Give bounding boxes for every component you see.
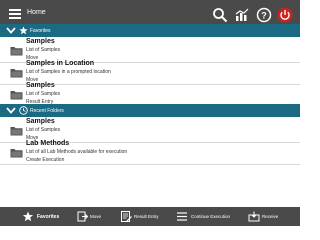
recent-folders-header[interactable]: Recent Folders	[0, 104, 300, 117]
item-description: List of Samples in a prompted location	[26, 69, 111, 75]
item-title: Samples	[26, 82, 55, 89]
nav-receive[interactable]: Receive	[248, 207, 282, 226]
star-icon	[22, 211, 34, 222]
item-description: List of Samples	[26, 47, 61, 53]
nav-continue-execution[interactable]: Continue Execution	[176, 207, 242, 226]
clock-icon	[19, 106, 28, 115]
folder-icon	[10, 147, 23, 158]
nav-result-entry[interactable]: Result Entry	[120, 207, 162, 226]
nav-favorites[interactable]: Favorites	[22, 207, 72, 226]
recent-folders-label: Recent Folders	[30, 108, 64, 114]
item-title: Samples	[26, 118, 55, 125]
help-icon[interactable]: ?	[256, 7, 272, 23]
favorites-header[interactable]: Favorites	[0, 24, 300, 37]
item-title: Samples in Location	[26, 60, 95, 67]
nav-label: Receive	[262, 214, 279, 219]
nav-move[interactable]: Move	[76, 207, 108, 226]
search-icon[interactable]	[212, 7, 228, 23]
bottom-nav: Favorites Move Result Entry Continue Exe…	[0, 207, 300, 226]
folder-icon	[10, 67, 23, 78]
power-icon[interactable]	[277, 7, 293, 23]
list-icon	[176, 211, 188, 222]
page-title: Home	[27, 9, 46, 16]
svg-text:?: ?	[261, 11, 267, 21]
item-title: Samples	[26, 38, 55, 45]
chart-icon[interactable]	[234, 7, 250, 23]
folder-icon	[10, 45, 23, 56]
result-entry-icon	[120, 211, 132, 222]
folder-icon	[10, 125, 23, 136]
list-item[interactable]: Lab Methods List of all Lab Methods avai…	[0, 139, 300, 165]
menu-icon[interactable]	[9, 9, 21, 19]
item-action: Create Execution	[26, 157, 65, 163]
item-description: List of Samples	[26, 127, 61, 133]
item-description: List of all Lab Methods available for ex…	[26, 149, 128, 155]
star-icon	[19, 26, 28, 35]
nav-label: Continue Execution	[191, 214, 231, 219]
chevron-down-icon[interactable]	[6, 106, 16, 115]
nav-label: Move	[90, 214, 102, 219]
move-icon	[76, 211, 88, 222]
item-title: Lab Methods	[26, 140, 70, 147]
chevron-down-icon[interactable]	[6, 26, 16, 35]
nav-label: Result Entry	[134, 214, 159, 219]
folder-icon	[10, 89, 23, 100]
favorites-label: Favorites	[30, 28, 51, 34]
receive-icon	[248, 211, 260, 222]
item-description: List of Samples	[26, 91, 61, 97]
nav-label: Favorites	[37, 214, 60, 220]
